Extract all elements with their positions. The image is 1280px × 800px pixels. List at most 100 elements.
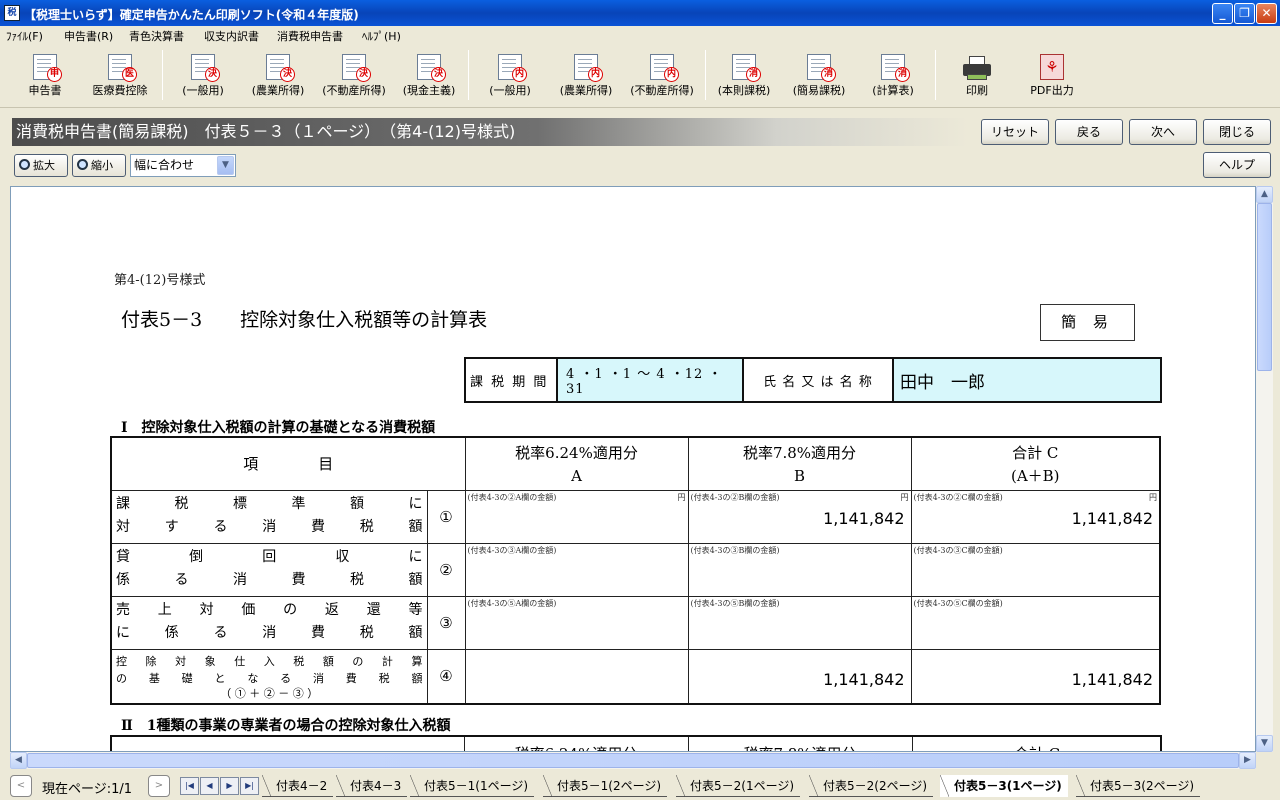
row-label-line: に係る消費税額 [116, 624, 423, 641]
form-icon: 医 [108, 54, 137, 82]
row-number: ① [426, 489, 466, 544]
header-col-c: 合計 C (A＋B) [910, 436, 1161, 491]
cell-a[interactable]: (付表4-3の③A欄の金額) [464, 542, 689, 597]
name-value[interactable]: 田中 一郎 [894, 359, 1160, 401]
page-indicator: 現在ページ:1/1 [42, 782, 133, 797]
close-button[interactable]: 閉じる [1203, 119, 1271, 145]
toolbar-uchiwake-ippan-button[interactable]: 内 (一般用) [482, 48, 538, 104]
toolbar-uchiwake-fudosan-button[interactable]: 内 (不動産所得) [624, 48, 700, 104]
cell-a[interactable]: (付表4-3の②A欄の金額) 円 [464, 489, 689, 544]
toolbar-shohi-honsoku-button[interactable]: 消 (本則課税) [711, 48, 777, 104]
last-tab-button[interactable]: ▶| [240, 777, 259, 795]
vertical-scrollbar[interactable]: ▲ ▼ [1256, 186, 1273, 752]
sheet-tab-active[interactable]: 付表5－3(1ページ) [940, 775, 1068, 797]
sheet-tab[interactable]: 付表5－3(2ページ) [1076, 775, 1201, 797]
row-label-formula: （ ① ＋ ② － ③ ） [220, 686, 319, 700]
period-label: 課 税 期 間 [466, 359, 558, 401]
toolbar-uchiwake-nogyo-button[interactable]: 内 (農業所得) [553, 48, 619, 104]
row-label-line: 控除対象仕入税額の計算 [116, 654, 423, 668]
back-button[interactable]: 戻る [1055, 119, 1123, 145]
form-icon: 消 [881, 54, 910, 82]
toolbar-shinkokusho-button[interactable]: 申申告書 [20, 48, 70, 104]
toolbar-shohi-keisan-button[interactable]: 消 (計算表) [865, 48, 921, 104]
document-view[interactable]: 第4-(12)号様式 付表5－3 控除対象仕入税額等の計算表 簡 易 課 税 期… [10, 186, 1256, 752]
cell-c[interactable]: (付表4-3の②C欄の金額) 円 1,141,842 [910, 489, 1161, 544]
row-label-line: 課税標準額に [116, 495, 423, 512]
menu-aoiro[interactable]: 青色決算書 [129, 28, 184, 44]
menu-help[interactable]: ﾍﾙﾌﾟ(H) [362, 28, 401, 44]
toolbar-print-button[interactable]: 印刷 [955, 48, 999, 104]
cell-c[interactable]: 1,141,842 [910, 648, 1161, 704]
zoom-in-button[interactable]: 拡大 [14, 154, 68, 177]
window-title: 【税理士いらず】確定申告かんたん印刷ソフト(令和４年度版) [24, 8, 359, 22]
sheet-tab[interactable]: 付表5－2(1ページ) [676, 775, 801, 797]
header-col-a: 税率6.24%適用分 A [464, 436, 689, 491]
reset-button[interactable]: リセット [981, 119, 1049, 145]
scroll-left-arrow[interactable]: ◀ [10, 752, 27, 769]
menu-shushi[interactable]: 収支内訳書 [204, 28, 259, 44]
toolbar-iryohi-button[interactable]: 医医療費控除 [85, 48, 155, 104]
row-label-line: の基礎となる消費税額 [116, 671, 423, 685]
table-row: 控除対象仕入税額の計算 の基礎となる消費税額 （ ① ＋ ② － ③ ） ④ 1… [110, 648, 1161, 704]
help-button[interactable]: ヘルプ [1203, 152, 1271, 178]
cell-c[interactable]: (付表4-3の③C欄の金額) [910, 542, 1161, 597]
sheet-tab[interactable]: 付表5－1(1ページ) [410, 775, 535, 797]
restore-button[interactable]: ❐ [1234, 3, 1255, 24]
horizontal-scrollbar[interactable]: ◀ ▶ [10, 752, 1256, 769]
sheet-tab[interactable]: 付表5－2(2ページ) [809, 775, 934, 797]
form-icon: 決 [417, 54, 446, 82]
table-row: 課税標準額に 対する消費税額 ① (付表4-3の②A欄の金額) 円 (付表4-3の… [110, 489, 1161, 544]
close-window-button[interactable]: ✕ [1256, 3, 1277, 24]
printer-icon [963, 56, 991, 80]
header-col-b: 税率7.8%適用分 B [687, 436, 912, 491]
cell-c[interactable]: (付表4-3の⑤C欄の金額) [910, 595, 1161, 650]
toolbar-kessan-nogyo-button[interactable]: 決 (農業所得) [245, 48, 311, 104]
chevron-down-icon[interactable]: ▼ [217, 156, 234, 175]
next-page-button[interactable]: > [148, 775, 170, 797]
cell-b[interactable]: (付表4-3の③B欄の金額) [687, 542, 912, 597]
row-label-line: 対する消費税額 [116, 518, 423, 535]
toolbar-separator [705, 50, 706, 100]
toolbar-kessan-ippan-button[interactable]: 決 (一般用) [175, 48, 231, 104]
scroll-up-arrow[interactable]: ▲ [1256, 186, 1273, 203]
cell-a[interactable] [464, 648, 689, 704]
toolbar-kessan-fudosan-button[interactable]: 決 (不動産所得) [316, 48, 392, 104]
row-label: 貸倒回収に 係る消費税額 [110, 542, 428, 597]
toolbar-separator [468, 50, 469, 100]
cell-b[interactable]: (付表4-3の⑤B欄の金額) [687, 595, 912, 650]
scroll-right-arrow[interactable]: ▶ [1239, 752, 1256, 769]
sheet-tab[interactable]: 付表4－3 [336, 775, 408, 797]
sheet-tab[interactable]: 付表4－2 [262, 775, 334, 797]
prev-tab-button[interactable]: ◀ [200, 777, 219, 795]
toolbar-pdf-button[interactable]: ⚘ PDF出力 [1025, 48, 1079, 104]
vertical-scroll-thumb[interactable] [1257, 203, 1272, 371]
next-tab-button[interactable]: ▶ [220, 777, 239, 795]
form-title: 付表5－3 控除対象仕入税額等の計算表 [121, 309, 488, 331]
header-item: 項 目 [110, 436, 466, 491]
horizontal-scroll-thumb[interactable] [27, 753, 1239, 768]
row-label-line: 係る消費税額 [116, 571, 423, 588]
menu-shinkokusho[interactable]: 申告書(R) [64, 28, 113, 44]
next-button[interactable]: 次へ [1129, 119, 1197, 145]
form-icon: 内 [650, 54, 679, 82]
scroll-down-arrow[interactable]: ▼ [1256, 735, 1273, 752]
cell-b[interactable]: (付表4-3の②B欄の金額) 円 1,141,842 [687, 489, 912, 544]
sheet-tab[interactable]: 付表5－1(2ページ) [543, 775, 668, 797]
period-value[interactable]: 4 ・1 ・1 ～ 4 ・12 ・ 31 [558, 359, 744, 401]
cell-b[interactable]: 1,141,842 [687, 648, 912, 704]
zoom-out-button[interactable]: 縮小 [72, 154, 126, 177]
menu-shohizei[interactable]: 消費税申告書 [277, 28, 343, 44]
zoom-select[interactable]: 幅に合わせ ▼ [130, 154, 236, 177]
table-row: 売上対価の返還等 に係る消費税額 ③ (付表4-3の⑤A欄の金額) (付表4-3… [110, 595, 1161, 650]
menu-file[interactable]: ﾌｧｲﾙ(F) [6, 28, 43, 44]
toolbar-kessan-genkin-button[interactable]: 決 (現金主義) [397, 48, 461, 104]
toolbar-shohi-kani-button[interactable]: 消 (簡易課税) [787, 48, 851, 104]
first-tab-button[interactable]: |◀ [180, 777, 199, 795]
minimize-button[interactable]: _ [1212, 3, 1233, 24]
form-icon: 決 [342, 54, 371, 82]
calc-table: 項 目 税率6.24%適用分 A 税率7.8%適用分 B 合計 C (A＋B) 課税標… [110, 436, 1161, 705]
form-icon: 決 [191, 54, 220, 82]
form-icon: 消 [807, 54, 836, 82]
cell-a[interactable]: (付表4-3の⑤A欄の金額) [464, 595, 689, 650]
prev-page-button[interactable]: < [10, 775, 32, 797]
